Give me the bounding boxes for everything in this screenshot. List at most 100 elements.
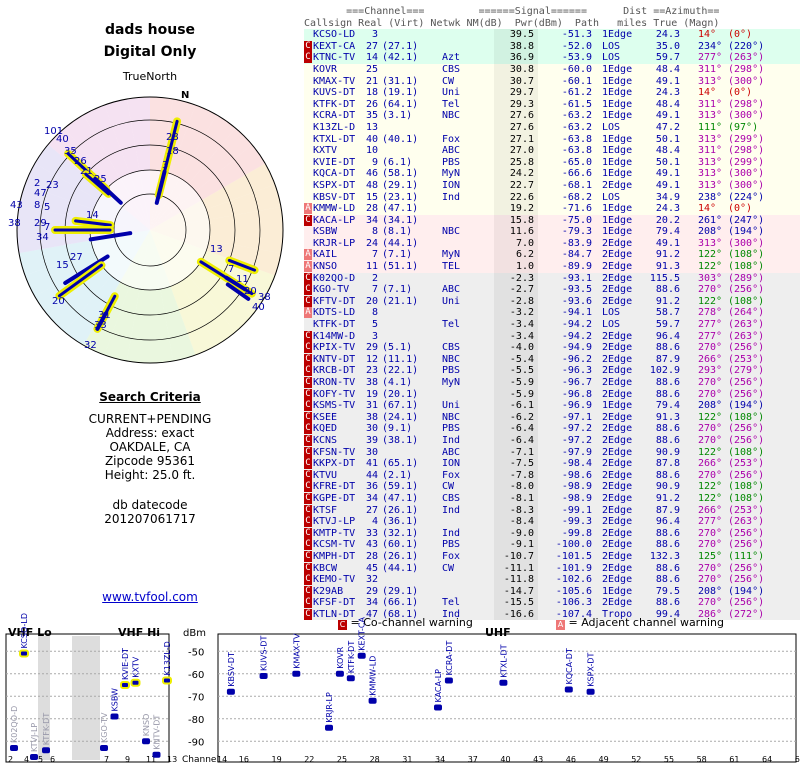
distance: 34.9 <box>655 191 680 203</box>
path: 1Edge <box>602 203 633 215</box>
channel-tick: 37 <box>468 755 478 764</box>
table-row[interactable]: C KTVU 44 (2.1) Fox -7.8 -98.6 2Edge 88.6 270° (25… <box>304 469 800 482</box>
table-row[interactable]: C KCNS 39 (38.1) Ind -6.4 -97.2 2Edge 88.6 270° (2… <box>304 434 800 447</box>
table-row[interactable]: KXTV 10 ABC 27.0 -63.8 1Edge 48.4 311° (298°) <box>304 145 800 157</box>
table-row[interactable]: A KMMW-LD 28 (47.1) 19.2 -71.6 1Edge 24.3 14° (0°… <box>304 203 800 215</box>
virtual-channel: (59.1) <box>382 481 419 493</box>
table-row[interactable]: A KDTS-LD 8 -3.2 -94.1 LOS 58.7 278° (264°) <box>304 307 800 320</box>
distance: 49.1 <box>655 110 680 122</box>
y-axis-label: -70 <box>188 692 204 703</box>
network: ION <box>442 179 461 191</box>
real-channel: 38 <box>365 411 378 423</box>
network: PBS <box>442 365 461 377</box>
path: 2Edge <box>602 423 633 435</box>
table-row[interactable]: KMAX-TV 21 (31.1) CW 30.7 -60.1 1Edge 49.1 313° (… <box>304 75 800 88</box>
table-row[interactable]: KRJR-LP 24 (44.1) 7.0 -83.9 2Edge 49.1 313° (300… <box>304 237 800 250</box>
azimuth-magn: (194°) <box>728 585 765 597</box>
table-row[interactable]: C KNTV-DT 12 (11.1) NBC -5.4 -96.2 2Edge 87.9 266… <box>304 353 800 366</box>
callsign: KMAX-TV <box>313 75 356 87</box>
callsign: KTSF <box>313 504 338 516</box>
station-bar-label: KVIE-DT <box>121 648 130 680</box>
distance: 49.1 <box>655 168 680 180</box>
table-row[interactable]: KCRA-DT 35 (3.1) NBC 27.6 -63.2 1Edge 49.1 313° (… <box>304 110 800 122</box>
table-row[interactable]: C KFRE-DT 36 (59.1) CW -8.0 -98.9 2Edge 90.9 122°… <box>304 481 800 493</box>
warning-badge: C <box>304 458 312 470</box>
table-row[interactable]: KUVS-DT 18 (19.1) Uni 29.7 -61.2 1Edge 24.3 14° (… <box>304 87 800 99</box>
distance: 88.6 <box>655 434 680 446</box>
table-row[interactable]: C K29AB 29 (29.1) -14.7 -105.6 1Edge 79.5 208° (1… <box>304 585 800 598</box>
table-row[interactable]: C KMPH-DT 28 (26.1) Fox -10.7 -101.5 2Edge 132.3… <box>304 550 800 563</box>
path: 2Edge <box>602 284 633 296</box>
table-row[interactable]: KCSO-LD 3 39.5 -51.3 1Edge 24.3 14° (0°) <box>304 29 800 41</box>
azimuth-magn: (256°) <box>728 377 765 388</box>
power-dbm: -93.1 <box>561 272 592 284</box>
table-row[interactable]: C KACA-LP 34 (34.1) 15.8 -75.0 1Edge 20.2 261° (2… <box>304 214 800 227</box>
table-row[interactable]: C KFSN-TV 30 ABC -7.1 -97.9 2Edge 90.9 122° (108°… <box>304 446 800 459</box>
tvfool-link[interactable]: www.tvfool.com <box>0 590 300 604</box>
path: 1Edge <box>602 133 633 145</box>
distance: 59.7 <box>655 52 680 64</box>
channel-tick: 52 <box>631 755 641 764</box>
station-bar <box>30 754 38 760</box>
table-row[interactable]: KVIE-DT 9 (6.1) PBS 25.8 -65.0 1Edge 50.1 313° (2… <box>304 156 800 169</box>
virtual-channel: (60.1) <box>382 539 419 551</box>
table-row[interactable]: C KRCB-DT 23 (22.1) PBS -5.5 -96.3 2Edge 102.9 29… <box>304 365 800 377</box>
channel-tick: 58 <box>697 755 707 764</box>
power-dbm: -52.0 <box>561 40 592 52</box>
table-row[interactable]: C KGO-TV 7 (7.1) ABC -2.7 -93.5 2Edge 88.6 270° (2… <box>304 284 800 296</box>
path: 1Edge <box>602 168 633 180</box>
table-row[interactable]: KBSV-DT 15 (23.1) Ind 22.6 -68.2 LOS 34.9 238° (2… <box>304 191 800 204</box>
distance: 90.9 <box>655 481 680 493</box>
real-channel: 44 <box>365 469 378 481</box>
table-row[interactable]: C KSEE 38 (24.1) NBC -6.2 -97.1 2Edge 91.3 122° (1… <box>304 411 800 424</box>
table-row[interactable]: KSBW 8 (8.1) NBC 11.6 -79.3 1Edge 79.4 208° (194°… <box>304 226 800 238</box>
azimuth-magn: (256°) <box>728 597 765 609</box>
table-row[interactable]: C KTNC-TV 14 (42.1) Azt 36.9 -53.9 LOS 59.7 277° (… <box>304 52 800 64</box>
virtual-channel: (6.1) <box>382 156 413 168</box>
table-row[interactable]: C KTVJ-LP 4 (36.1) -8.4 -99.3 2Edge 96.4 277° (26… <box>304 516 800 528</box>
table-row[interactable]: K13ZL-D 13 27.6 -63.2 LOS 47.2 111° (97°) <box>304 121 800 134</box>
table-row[interactable]: C KFSF-DT 34 (66.1) Tel -15.5 -106.3 2Edge 88.6 2… <box>304 597 800 609</box>
table-row[interactable]: C K14MW-D 3 -3.4 -94.2 2Edge 96.4 277° (263°) <box>304 330 800 343</box>
azimuth-magn: (108°) <box>728 481 765 493</box>
azimuth-true: 266° <box>698 353 723 365</box>
nm-db: 27.1 <box>509 133 534 145</box>
nm-db: -8.4 <box>509 516 534 528</box>
dbm-label: dBm <box>183 628 206 639</box>
table-row[interactable]: A KNSO 11 (51.1) TEL 1.0 -89.9 2Edge 91.3 122° (10… <box>304 261 800 273</box>
table-row[interactable]: C KRON-TV 38 (4.1) MyN -5.9 -96.7 2Edge 88.6 270°… <box>304 377 800 389</box>
table-row[interactable]: C KSMS-TV 31 (67.1) Uni -6.1 -96.9 1Edge 79.4 208… <box>304 400 800 412</box>
table-row[interactable]: KTFK-DT 5 Tel -3.4 -94.2 LOS 59.7 277° (263°) <box>304 319 800 331</box>
azimuth-true: 125° <box>698 550 723 562</box>
callsign: KXTV <box>313 145 338 157</box>
table-row[interactable]: C KQED 30 (9.1) PBS -6.4 -97.2 2Edge 88.6 270° (25… <box>304 423 800 435</box>
table-row[interactable]: C KPIX-TV 29 (5.1) CBS -4.0 -94.9 2Edge 88.6 270°… <box>304 342 800 354</box>
table-row[interactable]: C KCSM-TV 43 (60.1) PBS -9.1 -100.0 2Edge 88.6 27… <box>304 539 800 551</box>
polar-channel-label: 21 <box>80 166 93 177</box>
distance: 88.6 <box>655 342 680 354</box>
table-row[interactable]: C KKPX-DT 41 (65.1) ION -7.5 -98.4 2Edge 87.8 266… <box>304 458 800 470</box>
azimuth-magn: (194°) <box>728 400 765 412</box>
virtual-channel: (26.1) <box>382 504 419 516</box>
table-row[interactable]: C KEXT-CA 27 (27.1) 38.8 -52.0 LOS 35.0 234° (220… <box>304 40 800 53</box>
azimuth-magn: (220°) <box>728 40 765 52</box>
table-row[interactable]: KOVR 25 CBS 30.8 -60.0 1Edge 48.4 311° (298°) <box>304 63 800 76</box>
table-row[interactable]: KTFK-DT 26 (64.1) Tel 29.3 -61.5 1Edge 48.4 311°… <box>304 98 800 111</box>
table-row[interactable]: C KBCW 45 (44.1) CW -11.1 -101.9 2Edge 88.6 270° (… <box>304 562 800 575</box>
table-row[interactable]: KSPX-DT 48 (29.1) ION 22.7 -68.1 2Edge 49.1 313°… <box>304 179 800 192</box>
table-row[interactable]: C K02QO-D 2 -2.3 -93.1 2Edge 115.5 303° (289°) <box>304 272 800 285</box>
table-row[interactable]: KQCA-DT 46 (58.1) MyN 24.2 -66.6 1Edge 49.1 313°… <box>304 168 800 180</box>
network: Tel <box>442 98 461 110</box>
table-row[interactable]: C KOFY-TV 19 (20.1) -5.9 -96.8 2Edge 88.6 270° (2… <box>304 388 800 401</box>
table-row[interactable]: C KMTP-TV 33 (32.1) Ind -9.0 -99.8 2Edge 88.6 270… <box>304 527 800 540</box>
table-row[interactable]: C KFTV-DT 20 (21.1) Uni -2.8 -93.6 2Edge 91.2 122… <box>304 295 800 308</box>
table-row[interactable]: C KEMO-TV 32 -11.8 -102.6 2Edge 88.6 270° (256°) <box>304 574 800 586</box>
table-row[interactable]: C KTSF 27 (26.1) Ind -8.3 -99.1 2Edge 87.9 266° (2… <box>304 504 800 517</box>
callsign: KVIE-DT <box>313 156 356 168</box>
azimuth-true: 293° <box>698 365 723 377</box>
table-row[interactable]: C KGPE-DT 34 (47.1) CBS -8.1 -98.9 2Edge 91.2 122… <box>304 492 800 505</box>
table-row[interactable]: KTXL-DT 40 (40.1) Fox 27.1 -63.8 1Edge 50.1 313°… <box>304 133 800 146</box>
table-row[interactable]: A KAIL 7 (7.1) MyN 6.2 -84.7 2Edge 91.2 122° (108°… <box>304 249 800 262</box>
azimuth-true: 208° <box>698 400 723 412</box>
real-channel: 26 <box>365 98 378 110</box>
